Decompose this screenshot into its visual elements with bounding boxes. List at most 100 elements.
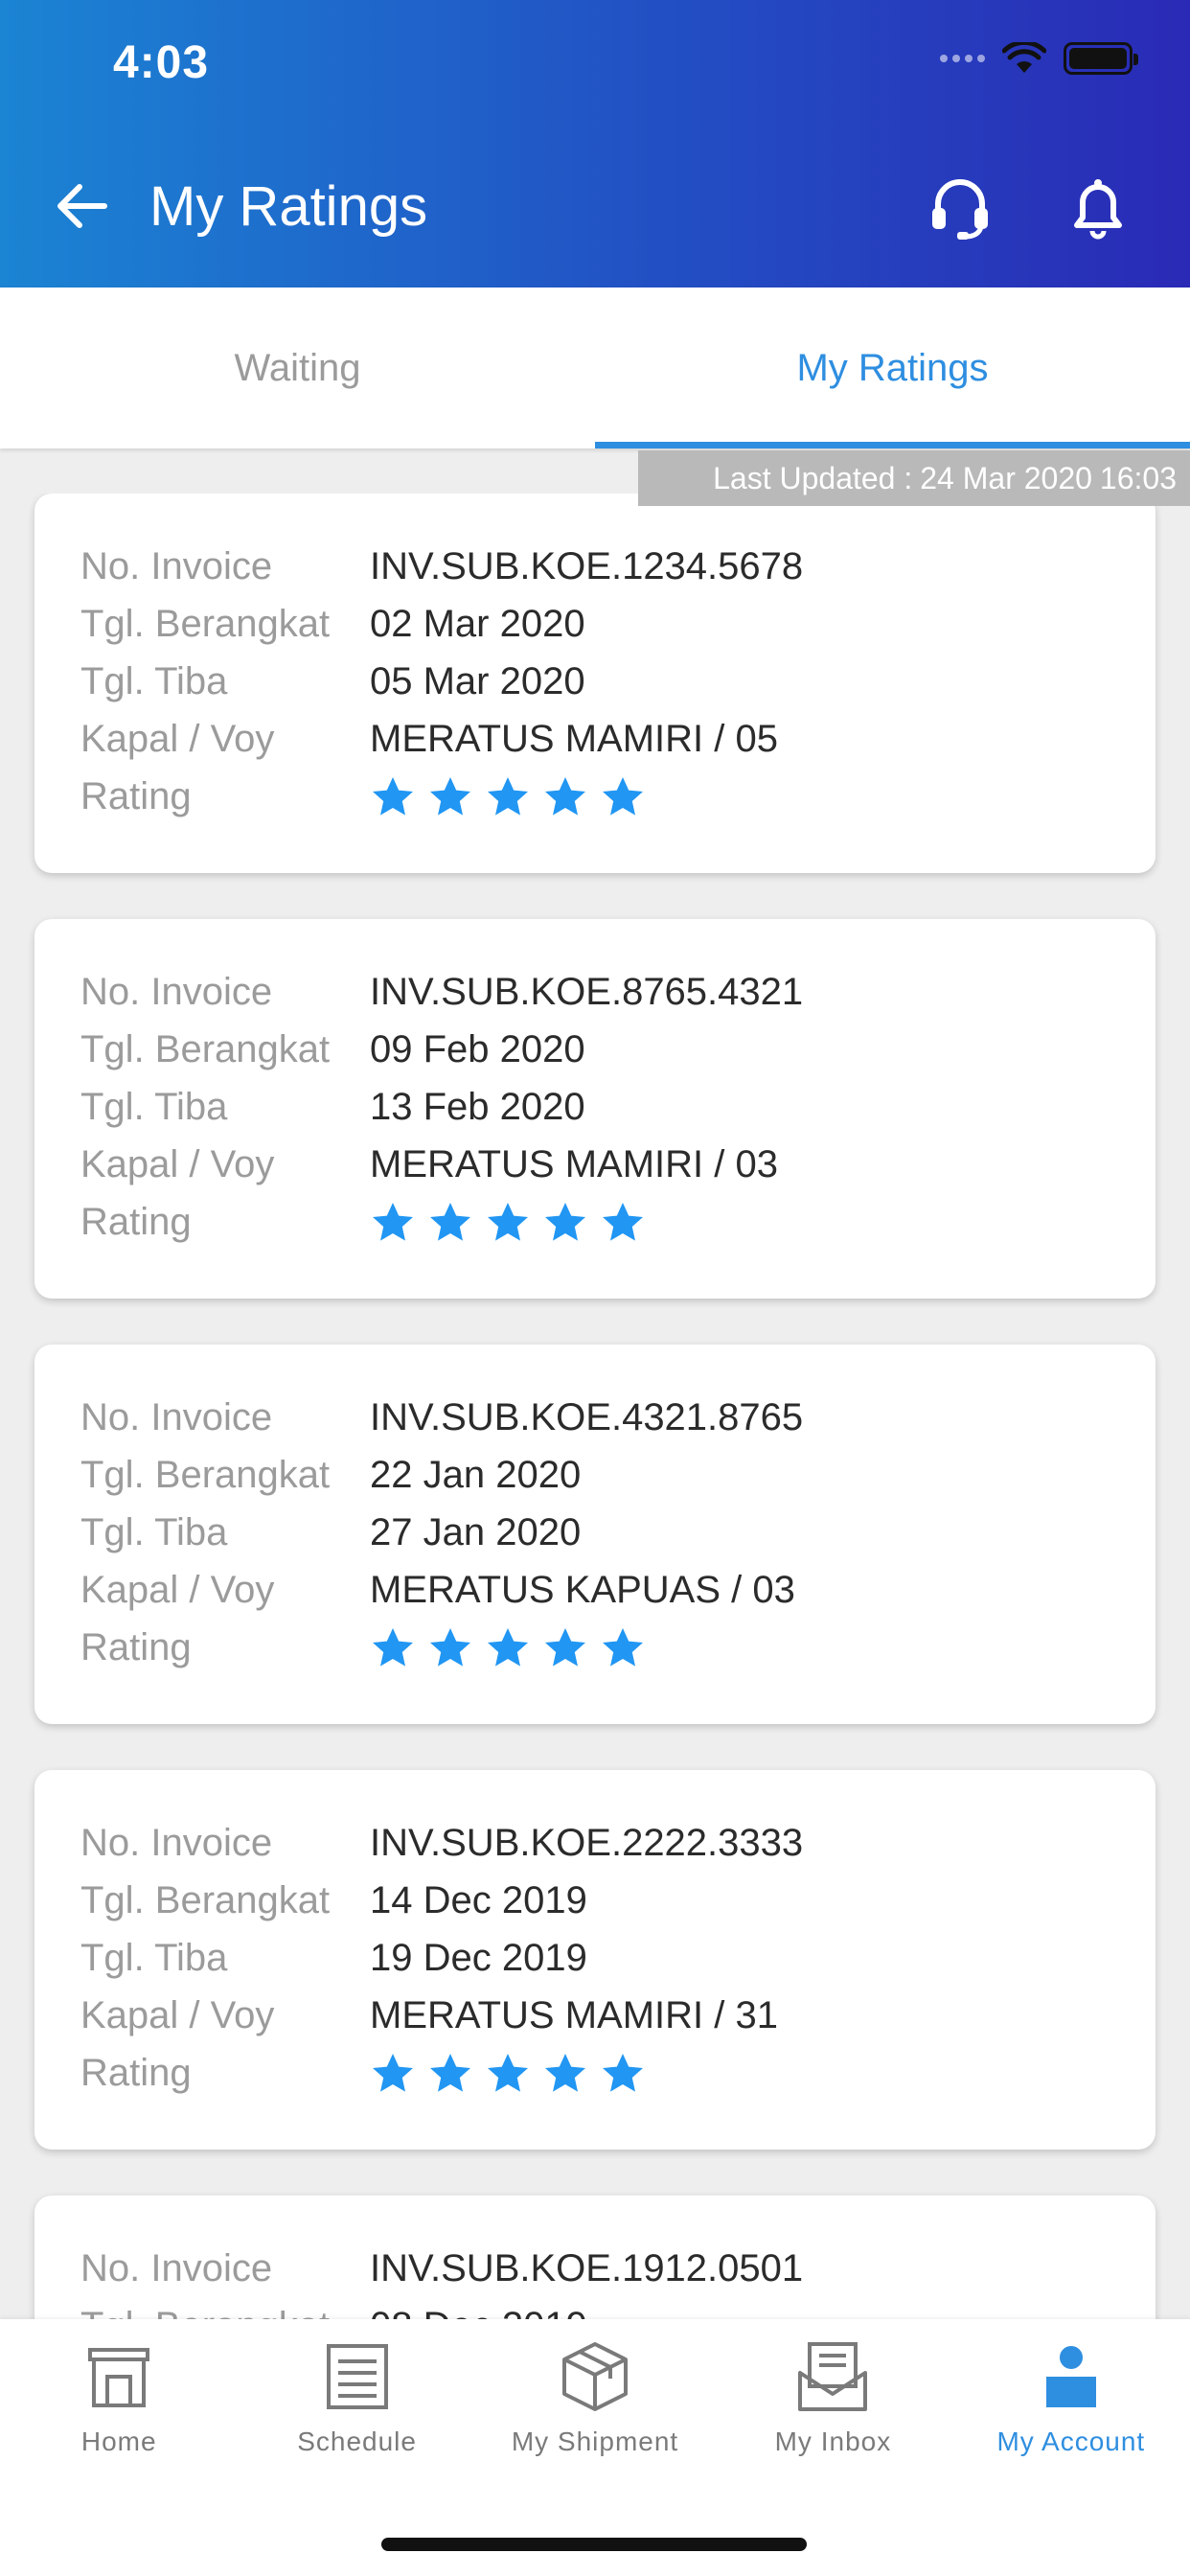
vessel-label: Kapal / Voy [80, 1142, 275, 1185]
home-indicator[interactable] [381, 2538, 807, 2551]
departure-label: Tgl. Berangkat [80, 1878, 331, 1921]
rating-card[interactable]: No. Invoice INV.SUB.KOE.1234.5678 Tgl. Be… [34, 494, 1156, 873]
home-icon [88, 2348, 150, 2407]
support-button[interactable] [922, 169, 998, 245]
star-icon [545, 2054, 585, 2092]
star-icon [373, 1203, 413, 1241]
arrow-left-icon [57, 184, 107, 228]
departure-value: 09 Feb 2020 [370, 1027, 585, 1070]
star-icon [488, 777, 528, 816]
nav-home[interactable]: Home [0, 2319, 238, 2492]
star-icon [373, 1628, 413, 1667]
nav-my-inbox-label: My Inbox [774, 2426, 892, 2456]
invoice-label: No. Invoice [80, 1395, 273, 1438]
rating-card[interactable]: No. Invoice INV.SUB.KOE.8765.4321 Tgl. Be… [34, 919, 1156, 1299]
star-icon [430, 777, 470, 816]
star-rating [370, 774, 646, 820]
invoice-value: INV.SUB.KOE.1912.0501 [370, 2246, 804, 2289]
nav-my-inbox[interactable]: My Inbox [714, 2319, 951, 2492]
ratings-list[interactable]: No. Invoice INV.SUB.KOE.1234.5678 Tgl. Be… [0, 494, 1190, 2319]
account-icon [1045, 2346, 1096, 2407]
nav-my-account-label: My Account [996, 2426, 1146, 2456]
star-rating [370, 1200, 646, 1246]
invoice-value: INV.SUB.KOE.8765.4321 [370, 970, 804, 1013]
status-icons [940, 42, 1138, 75]
invoice-label: No. Invoice [80, 544, 273, 587]
star-rating [370, 1625, 646, 1671]
arrival-label: Tgl. Tiba [80, 659, 228, 702]
rating-card[interactable]: No. Invoice INV.SUB.KOE.1912.0501 Tgl. Be… [34, 2196, 1156, 2319]
invoice-label: No. Invoice [80, 1821, 273, 1864]
rating-label: Rating [80, 774, 192, 817]
invoice-label: No. Invoice [80, 970, 273, 1013]
rating-card[interactable]: No. Invoice INV.SUB.KOE.2222.3333 Tgl. Be… [34, 1770, 1156, 2150]
invoice-value: INV.SUB.KOE.2222.3333 [370, 1821, 804, 1864]
invoice-label: No. Invoice [80, 2246, 273, 2289]
star-icon [603, 1628, 643, 1667]
notifications-button[interactable] [1060, 169, 1136, 245]
invoice-value: INV.SUB.KOE.4321.8765 [370, 1395, 804, 1438]
bell-icon [1074, 179, 1122, 240]
vessel-label: Kapal / Voy [80, 1993, 275, 2036]
last-updated-time: 16:03 [1099, 460, 1177, 495]
nav-schedule-label: Schedule [297, 2426, 417, 2456]
arrival-value: 19 Dec 2019 [370, 1936, 587, 1979]
nav-schedule[interactable]: Schedule [238, 2319, 475, 2492]
vessel-value: MERATUS MAMIRI / 05 [370, 717, 778, 760]
star-icon [488, 1628, 528, 1667]
departure-label: Tgl. Berangkat [80, 1453, 331, 1496]
departure-value: 22 Jan 2020 [370, 1453, 582, 1496]
last-updated-banner: Last Updated : 24 Mar 2020 16:03 [638, 450, 1190, 506]
star-icon [373, 777, 413, 816]
star-icon [430, 1203, 470, 1241]
shipment-box-icon [562, 2342, 629, 2411]
arrival-label: Tgl. Tiba [80, 1936, 228, 1979]
star-icon [603, 777, 643, 816]
arrival-label: Tgl. Tiba [80, 1510, 228, 1553]
arrival-value: 27 Jan 2020 [370, 1510, 582, 1553]
tab-bar: Waiting My Ratings [0, 288, 1190, 448]
back-button[interactable] [48, 172, 115, 240]
arrival-value: 13 Feb 2020 [370, 1085, 585, 1128]
rating-label: Rating [80, 2051, 192, 2094]
schedule-icon [326, 2344, 388, 2409]
nav-home-label: Home [80, 2426, 157, 2456]
arrival-value: 05 Mar 2020 [370, 659, 585, 702]
page-title: My Ratings [149, 175, 428, 238]
departure-label: Tgl. Berangkat [80, 602, 331, 645]
star-icon [488, 2054, 528, 2092]
star-icon [545, 777, 585, 816]
departure-value: 14 Dec 2019 [370, 1878, 587, 1921]
tab-my-ratings[interactable]: My Ratings [595, 288, 1190, 448]
headset-icon [932, 179, 988, 240]
star-icon [430, 2054, 470, 2092]
rating-label: Rating [80, 1200, 192, 1243]
departure-label: Tgl. Berangkat [80, 2305, 370, 2320]
invoice-value: INV.SUB.KOE.1234.5678 [370, 544, 804, 587]
star-icon [545, 1203, 585, 1241]
vessel-label: Kapal / Voy [80, 717, 275, 760]
departure-label: Tgl. Berangkat [80, 1027, 331, 1070]
last-updated-label: Last Updated : [713, 460, 913, 495]
battery-icon [1064, 42, 1138, 75]
vessel-value: MERATUS KAPUAS / 03 [370, 1568, 795, 1611]
vessel-value: MERATUS MAMIRI / 03 [370, 1142, 778, 1185]
signal-icon [940, 55, 985, 62]
star-icon [430, 1628, 470, 1667]
app-header: 4:03 My Ratings [0, 0, 1190, 288]
wifi-icon [1002, 42, 1046, 73]
nav-my-account[interactable]: My Account [952, 2319, 1190, 2492]
rating-label: Rating [80, 1625, 192, 1668]
nav-my-shipment[interactable]: My Shipment [476, 2319, 714, 2492]
star-icon [603, 2054, 643, 2092]
arrival-label: Tgl. Tiba [80, 1085, 228, 1128]
departure-value: 02 Mar 2020 [370, 602, 585, 645]
star-icon [373, 2054, 413, 2092]
bottom-navigation: Home Schedule My Shipment My Inbox My Ac… [0, 2319, 1190, 2576]
star-icon [488, 1203, 528, 1241]
tab-waiting[interactable]: Waiting [0, 288, 595, 448]
vessel-value: MERATUS MAMIRI / 31 [370, 1993, 778, 2036]
status-time: 4:03 [113, 37, 210, 88]
last-updated-date: 24 Mar 2020 [920, 460, 1092, 495]
rating-card[interactable]: No. Invoice INV.SUB.KOE.4321.8765 Tgl. Be… [34, 1345, 1156, 1724]
